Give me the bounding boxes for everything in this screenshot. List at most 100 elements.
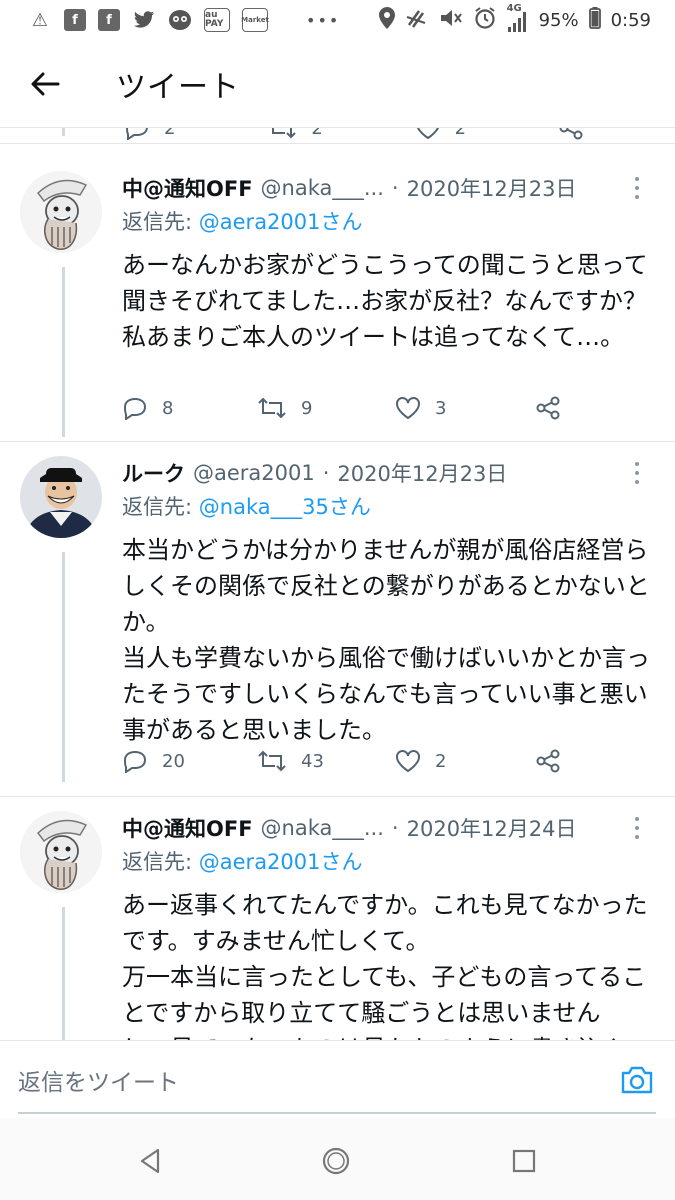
avatar[interactable] [20,456,102,538]
page-title: ツイート [116,69,240,105]
reply-to-line: 返信先: @naka___35さん [122,490,657,524]
share-icon [559,128,583,140]
avatar[interactable] [20,171,102,253]
more-options-button[interactable] [627,460,647,486]
user-handle[interactable]: @naka___... [261,816,384,840]
avatar[interactable] [20,811,102,893]
triangle-back-icon [140,1148,160,1174]
divider [0,796,675,797]
reply-count: 2 [164,128,176,139]
display-name[interactable]: ルーク [122,458,185,488]
reply-to-label: 返信先: [122,850,199,874]
reply-to-mention[interactable]: @naka___35さん [199,495,371,519]
tweet-actions: 20 43 2 [122,749,572,773]
user-handle[interactable]: @naka___... [261,176,384,200]
avatar-image [20,171,102,253]
circle-home-icon [322,1147,350,1175]
more-options-button[interactable] [627,175,647,201]
share-button[interactable] [535,749,561,773]
reply-button[interactable]: 2 [124,128,176,140]
like-button[interactable]: 3 [395,396,535,420]
back-button[interactable] [22,61,68,107]
nfc-icon [405,7,429,34]
tweet-text: あー返事くれてたんですか。これも見てなかったです。すみません忙しくて。 万一本当… [122,891,648,1040]
tweet-header: 中@通知OFF @naka___... · 2020年12月24日 [122,811,657,845]
retweet-button[interactable]: 9 [257,397,395,419]
reply-icon [126,128,148,140]
thread-line [62,267,65,437]
status-notifications: ⚠ f f au PAY Market ••• [28,8,379,32]
share-button[interactable] [535,396,561,420]
retweet-icon [258,397,286,419]
display-name[interactable]: 中@通知OFF [122,173,253,203]
like-count: 2 [454,128,467,139]
separator-dot: · [391,176,399,200]
camera-icon [621,1066,653,1094]
more-options-button[interactable] [627,815,647,841]
tweet-body: 中@通知OFF @naka___... · 2020年12月24日 返信先: @… [122,811,657,1040]
user-handle[interactable]: @aera2001 [193,461,315,485]
reply-input[interactable]: 返信をツイート [18,1063,578,1096]
facebook-icon: f [98,9,120,31]
tweet-date[interactable]: 2020年12月24日 [407,813,577,843]
au-pay-icon: au PAY [204,8,230,32]
divider [0,441,675,442]
previous-tweet-actions: 2 2 2 [124,128,584,140]
reply-to-mention[interactable]: @aera2001さん [199,850,363,874]
nav-back-button[interactable] [136,1146,166,1176]
battery-percent: 95% [538,9,579,31]
nav-recents-button[interactable] [509,1146,539,1176]
clock: 0:59 [610,9,651,31]
thread-line [62,907,65,1040]
nav-home-button[interactable] [321,1146,351,1176]
tweet-thread[interactable]: 2 2 2 中@通知OFF @naka___... · 2020年12月23日 … [0,128,675,1040]
arrow-left-icon [31,72,60,95]
separator-dot: · [322,461,330,485]
status-system: 4G 95% 0:59 [378,3,651,35]
share-button[interactable] [558,128,584,140]
reply-to-mention[interactable]: @aera2001さん [199,210,363,234]
reply-to-label: 返信先: [122,210,199,234]
like-count: 2 [435,750,447,772]
more-notifications: ••• [306,10,341,30]
thread-line [62,552,65,782]
like-button[interactable]: 2 [415,128,467,140]
share-icon [536,396,560,420]
reply-count: 8 [162,397,174,419]
tweet-body: 中@通知OFF @naka___... · 2020年12月23日 返信先: @… [122,171,657,355]
reply-button[interactable]: 20 [122,749,257,773]
reply-button[interactable]: 8 [122,396,257,420]
display-name[interactable]: 中@通知OFF [122,813,253,843]
retweet-count: 9 [301,397,313,419]
tweet-actions: 8 9 3 [122,396,572,420]
retweet-button[interactable]: 2 [267,128,323,139]
retweet-icon [272,128,297,139]
network-type: 4G [506,3,522,14]
square-recents-icon [512,1149,536,1173]
heart-icon [396,397,420,420]
reply-count: 20 [162,750,185,772]
tweet-date[interactable]: 2020年12月23日 [407,173,577,203]
app-header: ツイート [0,40,675,128]
retweet-count: 2 [311,128,323,139]
tweet-date[interactable]: 2020年12月23日 [337,458,507,488]
retweet-button[interactable]: 43 [257,750,395,772]
tweet-header: 中@通知OFF @naka___... · 2020年12月23日 [122,171,657,205]
camera-button[interactable] [620,1065,654,1095]
reply-composer: 返信をツイート [0,1040,675,1116]
status-bar: ⚠ f f au PAY Market ••• 4G 95% 0:59 [0,0,675,40]
avatar-image [20,456,102,538]
share-icon [536,749,560,773]
retweet-icon [258,750,286,772]
reply-to-line: 返信先: @aera2001さん [122,205,657,239]
mute-icon [439,7,463,34]
signal-icon: 4G [507,3,529,33]
avatar-image [20,811,102,893]
like-button[interactable]: 2 [395,749,535,773]
reply-to-line: 返信先: @aera2001さん [122,845,657,879]
reply-to-label: 返信先: [122,495,199,519]
like-count: 3 [435,397,447,419]
separator-dot: · [391,816,399,840]
warning-icon: ⚠ [31,9,49,31]
composer-underline [18,1112,656,1114]
